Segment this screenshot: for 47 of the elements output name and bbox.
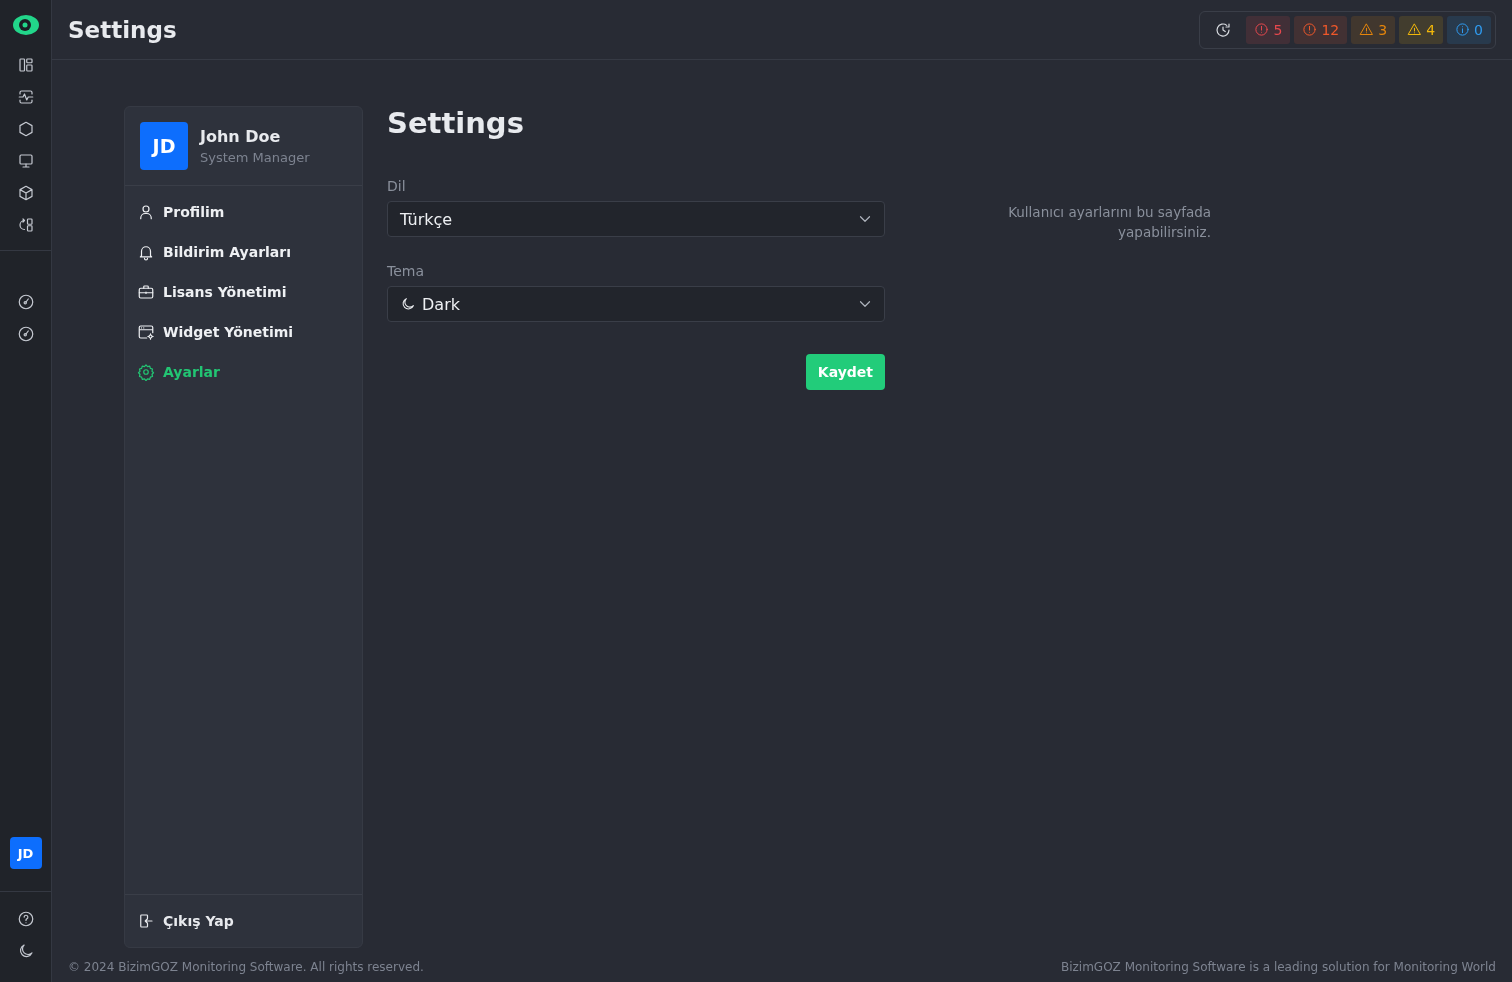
gauge-icon: [16, 325, 35, 343]
bell-icon: [137, 243, 155, 261]
user-name: John Doe: [200, 127, 282, 146]
user-avatar[interactable]: JD: [9, 837, 42, 869]
field-label: Dil: [387, 178, 407, 194]
logout-item[interactable]: Çıkış Yap: [125, 894, 362, 947]
sidebar-item[interactable]: Widget Yönetimi: [125, 312, 362, 352]
field-label: Tema: [387, 263, 425, 279]
activity-icon: [16, 88, 35, 106]
sidebar-item[interactable]: Ayarlar: [125, 352, 362, 392]
copyright-text: © 2024 BizimGOZ Monitoring Software. All rights reserved.: [68, 960, 424, 974]
layout-icon: [16, 56, 35, 74]
monitor-icon: [16, 152, 35, 170]
history-icon: [1214, 20, 1233, 39]
help-icon: [16, 910, 35, 928]
settings-icon: [137, 363, 155, 381]
select-field[interactable]: Dark: [387, 286, 885, 322]
profile-avatar: JD: [140, 122, 188, 170]
gauge-icon: [16, 293, 35, 311]
alert-count-badge[interactable]: 4: [1399, 15, 1444, 44]
sidebar-item[interactable]: Lisans Yönetimi: [125, 272, 362, 312]
page-title: Settings: [68, 16, 177, 43]
alert-circle-icon: [1254, 22, 1270, 37]
warning-icon: [1359, 22, 1375, 37]
tagline-text: BizimGOZ Monitoring Software is a leading solution for Monitoring World: [1060, 960, 1496, 974]
alert-count-badge[interactable]: 0: [1447, 15, 1491, 44]
logout-icon: [137, 912, 155, 930]
logo-icon[interactable]: [12, 14, 39, 36]
warning-icon: [1407, 22, 1423, 37]
select-field[interactable]: Türkçe: [387, 201, 885, 237]
refresh-grid-icon: [16, 216, 35, 234]
alert-circle-icon: [1302, 22, 1318, 37]
hexagon-icon: [16, 120, 35, 138]
sidebar-item[interactable]: Profilim: [125, 192, 362, 232]
info-icon: [1455, 22, 1471, 37]
alert-count-badge[interactable]: 5: [1246, 15, 1291, 44]
user-role: System Manager: [200, 150, 310, 165]
cube-icon: [16, 184, 35, 202]
briefcase-icon: [137, 283, 155, 301]
moon-icon: [400, 296, 416, 312]
form-title: Settings: [387, 106, 525, 140]
alert-count-badge[interactable]: 3: [1351, 15, 1396, 44]
alert-count-badge[interactable]: 12: [1294, 15, 1348, 44]
hint-text: Kullanıcı ayarlarını bu sayfada yapabilirsiniz.: [1007, 203, 1211, 242]
person-icon: [137, 203, 155, 221]
sidebar-item[interactable]: Bildirim Ayarları: [125, 232, 362, 272]
window-gear-icon: [137, 323, 155, 341]
